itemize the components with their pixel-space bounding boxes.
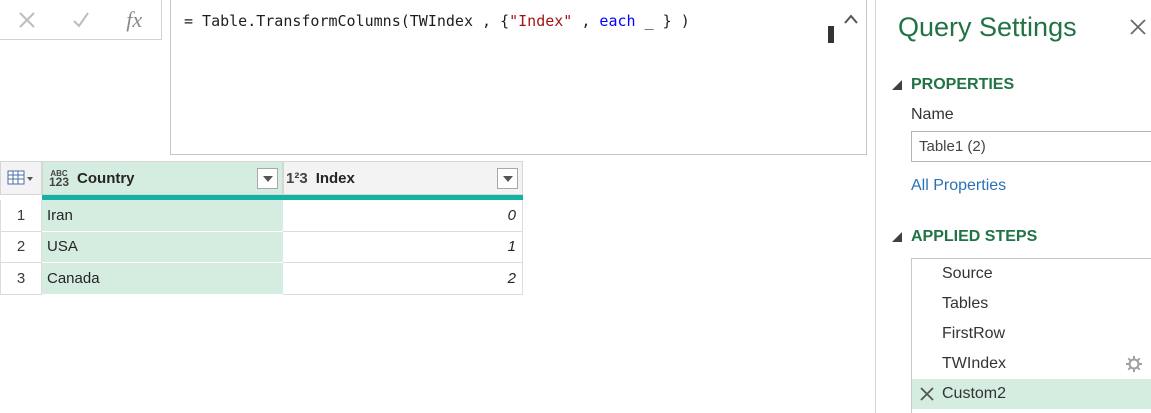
country-cell[interactable]: Canada bbox=[42, 263, 283, 295]
country-cell[interactable]: Iran bbox=[42, 200, 283, 232]
step-label: TWIndex bbox=[942, 355, 1007, 372]
cancel-formula-button[interactable] bbox=[0, 0, 54, 40]
step-custom2[interactable]: Custom2 bbox=[912, 379, 1151, 409]
step-firstrow[interactable]: FirstRow bbox=[912, 319, 1151, 349]
column-filter-button[interactable] bbox=[497, 168, 518, 189]
formula-bar-buttons: fx bbox=[0, 0, 162, 40]
index-cell[interactable]: 1 bbox=[283, 231, 523, 263]
formula-string: "Index" bbox=[509, 12, 573, 30]
gear-icon[interactable] bbox=[1126, 356, 1142, 372]
step-label: FirstRow bbox=[942, 325, 1006, 342]
collapse-formula-button[interactable] bbox=[841, 10, 861, 30]
step-tables[interactable]: Tables bbox=[912, 289, 1151, 319]
formula-suffix: _ } ) bbox=[635, 12, 690, 30]
column-filter-button[interactable] bbox=[257, 168, 278, 189]
pane-title: Query Settings bbox=[898, 12, 1077, 42]
column-header-country[interactable]: ABC 123 Country bbox=[42, 161, 283, 195]
fx-label: fx bbox=[126, 6, 143, 32]
row-number[interactable]: 2 bbox=[0, 231, 42, 263]
insert-function-button[interactable]: fx bbox=[107, 0, 161, 40]
step-label: Source bbox=[942, 265, 993, 282]
row-number[interactable]: 1 bbox=[0, 200, 42, 232]
triangle-collapse-icon bbox=[892, 232, 902, 242]
grid-rows: 1 Iran 0 2 USA 1 3 Canada 2 bbox=[0, 200, 523, 295]
chevron-up-icon bbox=[844, 14, 858, 24]
chevron-down-icon bbox=[502, 175, 513, 182]
any-type-icon[interactable]: ABC 123 bbox=[49, 169, 70, 189]
country-cell[interactable]: USA bbox=[42, 231, 283, 263]
table-row[interactable]: 3 Canada 2 bbox=[0, 263, 523, 295]
query-name-field[interactable] bbox=[911, 131, 1151, 162]
column-header-index[interactable]: 1²3 Index bbox=[283, 161, 523, 195]
step-label: Tables bbox=[942, 295, 989, 312]
index-cell[interactable]: 0 bbox=[283, 200, 523, 232]
table-menu-button[interactable] bbox=[0, 161, 42, 195]
step-twindex[interactable]: TWIndex bbox=[912, 349, 1151, 379]
formula-prefix: = Table.TransformColumns(TWIndex , { bbox=[184, 12, 510, 30]
applied-steps-section-toggle[interactable]: APPLIED STEPS bbox=[892, 228, 1037, 246]
properties-section-toggle[interactable]: PROPERTIES bbox=[892, 76, 1014, 94]
column-name: Country bbox=[77, 169, 135, 187]
close-icon bbox=[1130, 19, 1146, 35]
all-properties-link[interactable]: All Properties bbox=[911, 177, 1006, 195]
type-label-bottom: 123 bbox=[49, 175, 70, 189]
triangle-collapse-icon bbox=[892, 80, 902, 90]
whole-number-type-icon[interactable]: 1²3 bbox=[286, 170, 308, 187]
close-pane-button[interactable] bbox=[1129, 18, 1149, 38]
text-cursor bbox=[828, 26, 834, 43]
column-name: Index bbox=[315, 169, 355, 187]
applied-steps-heading: APPLIED STEPS bbox=[911, 228, 1038, 245]
table-icon bbox=[7, 170, 33, 185]
formula-keyword: each bbox=[599, 12, 636, 30]
formula-separator: , bbox=[572, 12, 600, 30]
step-label: Custom2 bbox=[942, 385, 1007, 402]
formula-editor[interactable]: = Table.TransformColumns(TWIndex , {"Ind… bbox=[170, 0, 867, 155]
delete-step-icon[interactable] bbox=[919, 386, 935, 402]
check-icon bbox=[72, 11, 89, 28]
chevron-down-icon bbox=[262, 175, 273, 182]
step-source[interactable]: Source bbox=[912, 259, 1151, 289]
close-icon bbox=[19, 11, 35, 28]
formula-text: = Table.TransformColumns(TWIndex , {"Ind… bbox=[184, 12, 690, 30]
index-cell[interactable]: 2 bbox=[283, 263, 523, 295]
properties-heading: PROPERTIES bbox=[911, 76, 1015, 93]
confirm-formula-button[interactable] bbox=[54, 0, 108, 40]
table-row[interactable]: 1 Iran 0 bbox=[0, 200, 523, 232]
applied-steps-list: Source Tables FirstRow TWIndex Custom2 bbox=[911, 258, 1151, 413]
type-label: 1²3 bbox=[286, 169, 308, 187]
row-number[interactable]: 3 bbox=[0, 263, 42, 295]
table-row[interactable]: 2 USA 1 bbox=[0, 231, 523, 263]
grid-header: ABC 123 Country 1²3 Index bbox=[0, 161, 523, 200]
query-settings-pane: Query Settings PROPERTIES Name All Prope… bbox=[875, 0, 1151, 413]
name-label: Name bbox=[911, 106, 954, 123]
